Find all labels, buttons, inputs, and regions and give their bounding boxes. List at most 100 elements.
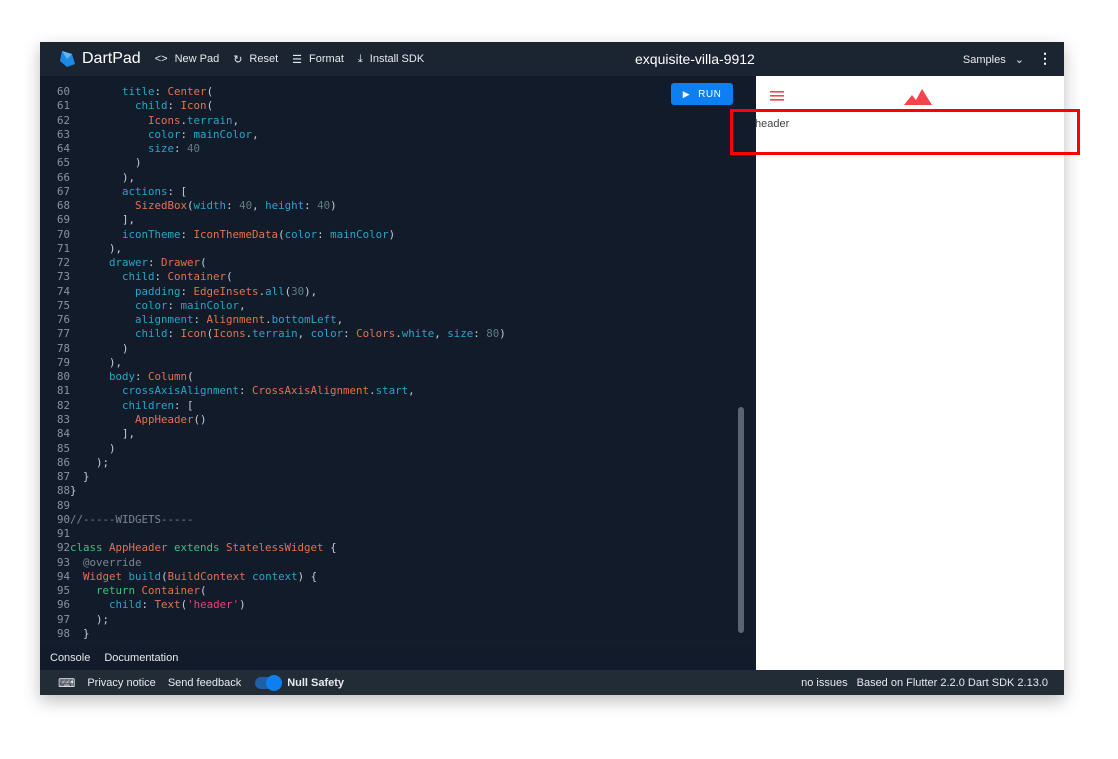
code-token: class (70, 541, 110, 555)
code-token: 30 (291, 284, 305, 298)
code-token: ( (206, 99, 214, 113)
code-token: : (167, 99, 181, 113)
code-icon: <> (154, 53, 168, 65)
reset-button[interactable]: ↻ Reset (233, 53, 278, 66)
samples-dropdown[interactable]: Samples ⌄ (963, 53, 1024, 66)
issues-status: no issues (801, 677, 848, 689)
code-line: 87 } (40, 470, 740, 484)
code-token: ( (200, 584, 207, 598)
code-token: ( (200, 256, 207, 270)
line-number: 90 (56, 512, 70, 526)
code-token: ) (239, 598, 246, 612)
code-text: child: Text('header') (70, 598, 246, 612)
code-token: child (135, 327, 168, 341)
code-token: : (154, 85, 168, 98)
line-number: 94 (56, 569, 70, 583)
code-text: } (70, 484, 77, 498)
code-text: ), (70, 356, 122, 370)
sdk-version: Based on Flutter 2.2.0 Dart SDK 2.13.0 (856, 677, 1048, 689)
line-number: 86 (56, 455, 70, 469)
install-sdk-button[interactable]: ⤓ Install SDK (358, 53, 424, 66)
code-token: bottomLeft (271, 313, 337, 327)
code-editor[interactable]: 60 title: Center(61 child: Icon(62 Icons… (40, 76, 755, 640)
code-token: CrossAxisAlignment (252, 384, 370, 398)
code-line: 82 children: [ (40, 399, 740, 413)
code-token: AppHeader (109, 541, 168, 555)
code-token: : (193, 313, 207, 327)
line-number: 60 (56, 85, 70, 98)
menu-icon[interactable] (770, 91, 784, 101)
tab-console[interactable]: Console (50, 652, 90, 664)
code-text: body: Column( (70, 370, 194, 384)
code-token: { (323, 541, 337, 555)
line-number: 68 (56, 199, 70, 213)
code-line: 62 Icons.terrain, (40, 114, 740, 128)
code-token: all (265, 284, 285, 298)
line-number: 71 (56, 241, 70, 255)
line-number: 66 (56, 170, 70, 184)
pad-title: exquisite-villa-9912 (635, 51, 755, 67)
code-token: ) (388, 227, 396, 241)
code-line: 61 child: Icon( (40, 99, 740, 113)
code-token: height (265, 199, 305, 213)
download-icon: ⤓ (357, 52, 363, 65)
app-header: DartPad <> New Pad ↻ Reset ☰ Format ⤓ Instal… (40, 42, 1064, 76)
install-sdk-label: Install SDK (369, 53, 425, 65)
dartpad-logo[interactable]: DartPad (58, 50, 141, 68)
code-token: 40 (317, 199, 331, 213)
line-number: 88 (56, 484, 70, 498)
app-preview: header (755, 76, 1064, 670)
new-pad-button[interactable]: <> New Pad (155, 53, 220, 65)
code-text: @override (70, 556, 142, 570)
code-text: child: Container( (70, 270, 233, 284)
code-token: body (109, 370, 136, 384)
code-text: ), (70, 242, 122, 256)
line-number: 97 (56, 612, 70, 626)
code-line: 93 @override (40, 556, 740, 570)
code-token: drawer (109, 256, 149, 270)
tab-documentation[interactable]: Documentation (104, 652, 178, 664)
code-token: ); (70, 612, 110, 626)
line-number: 83 (56, 412, 70, 426)
code-token: color (135, 298, 168, 312)
code-token: : (473, 327, 487, 341)
code-token: ( (226, 270, 233, 284)
null-safety-toggle[interactable] (255, 674, 283, 691)
code-token: : (226, 199, 240, 213)
code-token: : (317, 227, 331, 241)
status-bar: ⌨ Privacy notice Send feedback Null Safe… (40, 670, 1064, 695)
code-token: ), (304, 284, 318, 298)
code-text: ], (70, 213, 135, 227)
editor-scrollbar[interactable] (738, 407, 744, 633)
samples-label: Samples (962, 54, 1006, 66)
code-token: child (109, 598, 142, 612)
code-token: color (148, 127, 181, 141)
line-number: 96 (56, 598, 70, 612)
code-token: : (148, 256, 162, 270)
line-number: 77 (56, 327, 70, 341)
code-line: 94 Widget build(BuildContext context) { (40, 570, 740, 584)
code-token: ), (70, 170, 136, 184)
send-feedback-link[interactable]: Send feedback (168, 677, 241, 689)
code-text: iconTheme: IconThemeData(color: mainColo… (70, 228, 395, 242)
code-token: : (239, 384, 253, 398)
code-line: 92 class AppHeader extends StatelessWidge… (40, 541, 740, 555)
line-number: 67 (56, 184, 70, 198)
code-token: , (434, 327, 448, 341)
more-vert-icon[interactable]: ⋮ (1038, 50, 1052, 67)
run-button[interactable]: ▶ RUN (671, 83, 733, 105)
keyboard-icon[interactable]: ⌨ (58, 676, 75, 690)
privacy-notice-link[interactable]: Privacy notice (87, 677, 155, 689)
format-button[interactable]: ☰ Format (292, 53, 344, 66)
code-text: children: [ (70, 399, 194, 413)
line-number: 98 (56, 626, 70, 640)
code-token: size (148, 142, 175, 156)
line-number: 95 (56, 584, 70, 598)
code-line: 78 ) (40, 342, 740, 356)
line-number: 74 (56, 284, 70, 298)
